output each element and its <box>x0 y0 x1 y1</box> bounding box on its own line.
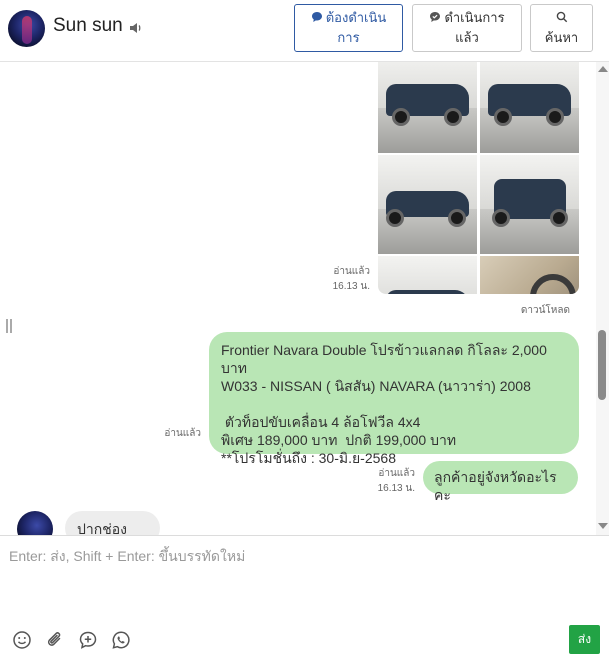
search-label: ค้นหา <box>544 30 579 45</box>
photo-album[interactable] <box>378 62 579 294</box>
message-list[interactable]: อ่านแล้ว 16.13 น. ดาวน์โหลด อ่านแล้ว Fro… <box>0 62 596 535</box>
message-time: 16.13 น. <box>377 483 415 494</box>
emoji-icon[interactable] <box>12 630 32 650</box>
todo-label-line1: ต้องดำเนิน <box>325 10 387 25</box>
scroll-thumb[interactable] <box>598 330 606 400</box>
done-label-line1: ดำเนินการ <box>444 10 505 25</box>
quick-reply-icon[interactable] <box>78 630 98 650</box>
product-message-bubble[interactable]: Frontier Navara Double โปรข้าวแลกลด กิโล… <box>209 332 579 466</box>
send-button[interactable]: ส่ง <box>569 625 600 654</box>
sender-avatar <box>17 511 53 535</box>
search-button[interactable]: ค้นหา <box>530 4 593 52</box>
scroll-down-arrow[interactable] <box>598 523 608 529</box>
done-filter-button[interactable]: ดำเนินการ แล้ว <box>412 4 522 52</box>
chat-scrollbar[interactable] <box>596 62 609 535</box>
read-receipt: อ่านแล้ว 16.13 น. <box>365 466 415 496</box>
search-icon <box>556 9 568 23</box>
scroll-up-arrow[interactable] <box>598 66 608 72</box>
contact-name[interactable]: Sun sun <box>53 15 123 37</box>
car-photo[interactable] <box>480 62 579 153</box>
message-input[interactable] <box>0 536 596 616</box>
todo-filter-button[interactable]: ต้องดำเนิน การ <box>294 4 403 52</box>
whatsapp-icon[interactable] <box>111 630 131 650</box>
read-status: อ่านแล้ว <box>164 428 201 439</box>
car-photo[interactable] <box>378 62 477 153</box>
download-link[interactable]: ดาวน์โหลด <box>500 303 570 318</box>
message-composer: ส่ง <box>0 535 609 667</box>
chat-bubble-icon <box>311 9 323 22</box>
todo-label-line2: การ <box>337 30 360 45</box>
question-message-bubble[interactable]: ลูกค้าอยู่จังหวัดอะไรคะ <box>423 461 578 503</box>
read-status: อ่านแล้ว <box>333 266 370 277</box>
message-time: 16.13 น. <box>332 281 370 292</box>
resize-handle[interactable] <box>6 319 12 333</box>
car-photo[interactable] <box>378 256 477 294</box>
chat-header: Sun sun ต้องดำเนิน การ ดำเนินการ แล้ว ค้… <box>0 0 609 62</box>
incoming-message-bubble[interactable]: ปากช่องครับ <box>65 511 160 535</box>
car-interior-photo[interactable] <box>480 256 579 294</box>
contact-avatar[interactable] <box>8 10 45 47</box>
attachment-icon[interactable] <box>45 630 65 650</box>
car-photo[interactable] <box>480 155 579 254</box>
speaker-icon[interactable] <box>128 20 144 36</box>
read-status: อ่านแล้ว <box>378 468 415 479</box>
done-label-line2: แล้ว <box>455 30 479 45</box>
car-photo[interactable] <box>378 155 477 254</box>
read-receipt: อ่านแล้ว <box>150 426 201 441</box>
chat-check-icon <box>429 9 441 22</box>
read-receipt: อ่านแล้ว 16.13 น. <box>320 264 370 294</box>
